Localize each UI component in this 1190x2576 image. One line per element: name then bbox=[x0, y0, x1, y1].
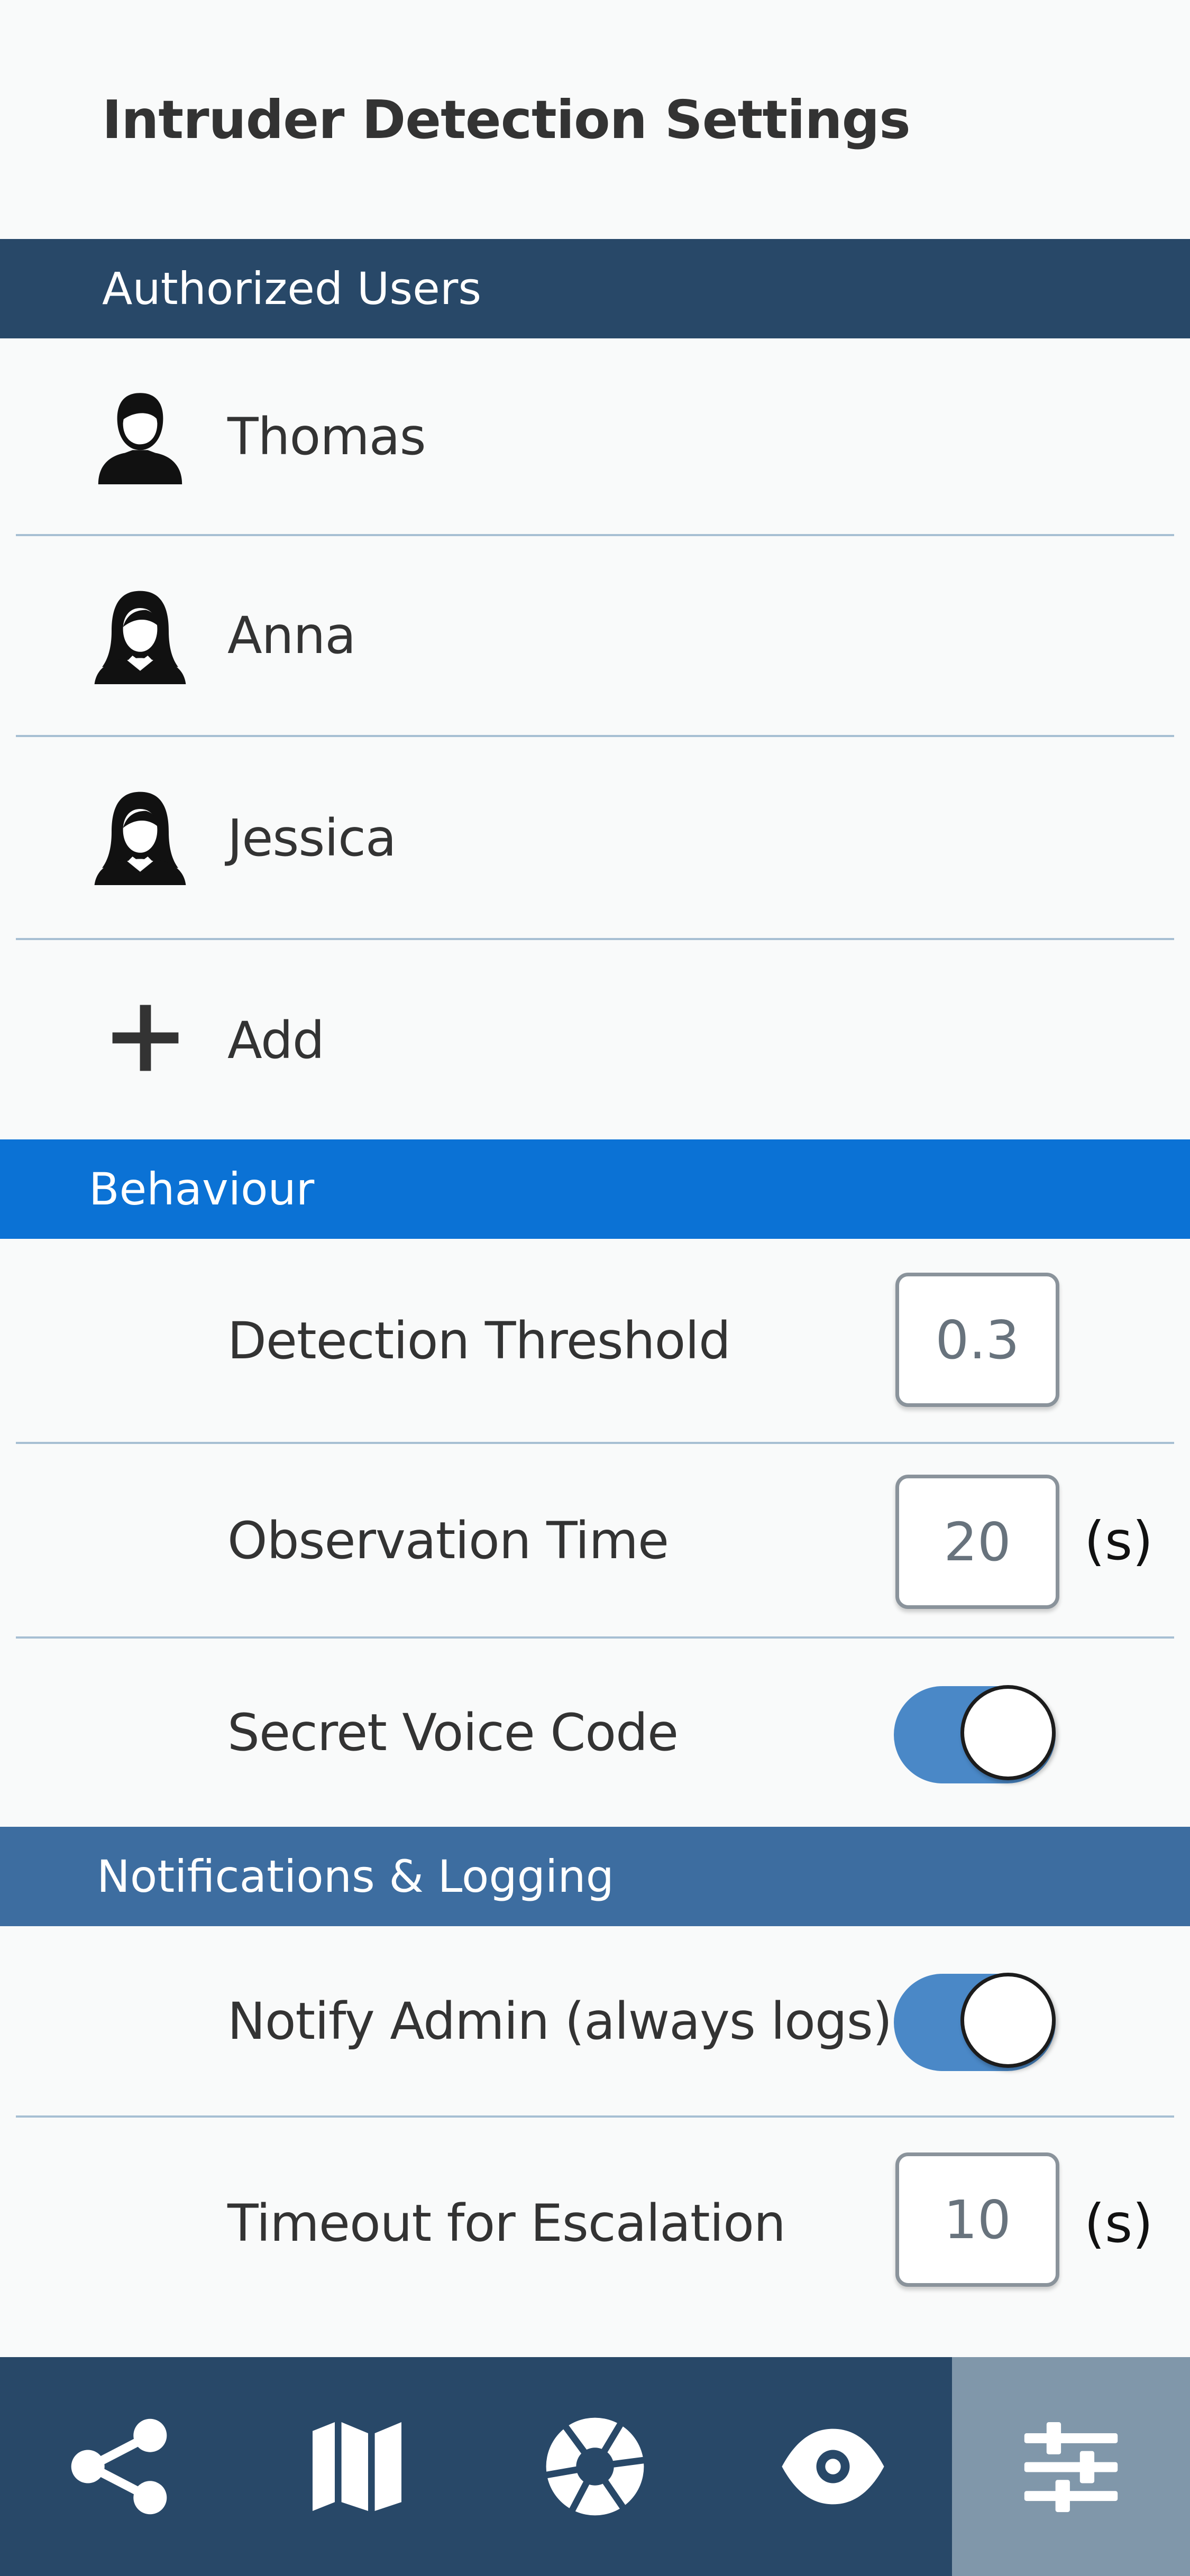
nav-item-share[interactable] bbox=[0, 2357, 238, 2576]
add-user-button[interactable]: Add bbox=[0, 940, 1190, 1141]
setting-observation-time: Observation Time 20 (s) bbox=[0, 1444, 1190, 1637]
user-name: Thomas bbox=[227, 407, 426, 466]
setting-notify-admin: Notify Admin (always logs) bbox=[0, 1926, 1190, 2117]
bottom-nav bbox=[0, 2357, 1190, 2576]
section-header-authorized-users: Authorized Users bbox=[0, 239, 1190, 338]
nav-item-map[interactable] bbox=[238, 2357, 476, 2576]
nav-item-settings[interactable] bbox=[952, 2357, 1190, 2576]
eye-icon bbox=[782, 2428, 884, 2505]
input-value: 0.3 bbox=[935, 1309, 1020, 1371]
setting-label: Notify Admin (always logs) bbox=[227, 1992, 892, 2051]
nav-item-camera[interactable] bbox=[476, 2357, 714, 2576]
settings-sliders-icon bbox=[1024, 2422, 1118, 2513]
nav-item-eye[interactable] bbox=[714, 2357, 952, 2576]
section-header-notifications: Notifications & Logging bbox=[0, 1827, 1190, 1926]
input-value: 20 bbox=[944, 1511, 1011, 1573]
setting-timeout-escalation: Timeout for Escalation 10 (s) bbox=[0, 2118, 1190, 2329]
user-name: Anna bbox=[227, 606, 356, 665]
section-title: Authorized Users bbox=[102, 263, 482, 315]
add-label: Add bbox=[227, 1011, 325, 1070]
list-item-user-jessica[interactable]: Jessica bbox=[0, 737, 1190, 939]
female-user-icon bbox=[94, 792, 186, 885]
setting-label: Timeout for Escalation bbox=[227, 2194, 786, 2253]
setting-secret-voice-code: Secret Voice Code bbox=[0, 1639, 1190, 1827]
observation-time-input[interactable]: 20 bbox=[895, 1475, 1059, 1609]
unit-label: (s) bbox=[1084, 2192, 1154, 2255]
setting-label: Detection Threshold bbox=[227, 1311, 731, 1370]
female-user-icon bbox=[94, 591, 186, 684]
setting-label: Secret Voice Code bbox=[227, 1703, 679, 1762]
section-title: Behaviour bbox=[89, 1163, 315, 1215]
list-item-user-thomas[interactable]: Thomas bbox=[0, 338, 1190, 535]
list-item-user-anna[interactable]: Anna bbox=[0, 536, 1190, 735]
share-icon bbox=[71, 2418, 167, 2515]
male-user-icon bbox=[98, 393, 182, 484]
secret-voice-code-toggle[interactable] bbox=[894, 1685, 1056, 1783]
map-icon bbox=[313, 2422, 401, 2511]
input-value: 10 bbox=[944, 2188, 1011, 2251]
section-header-behaviour: Behaviour bbox=[0, 1139, 1190, 1239]
setting-label: Observation Time bbox=[227, 1511, 669, 1570]
user-name: Jessica bbox=[227, 808, 397, 868]
timeout-escalation-input[interactable]: 10 bbox=[895, 2152, 1059, 2287]
unit-label: (s) bbox=[1084, 1510, 1154, 1572]
page-title: Intruder Detection Settings bbox=[102, 89, 911, 151]
toggle-knob bbox=[960, 1973, 1056, 2068]
notify-admin-toggle[interactable] bbox=[894, 1973, 1056, 2071]
toggle-knob bbox=[960, 1685, 1056, 1780]
plus-icon bbox=[112, 1005, 179, 1071]
detection-threshold-input[interactable]: 0.3 bbox=[895, 1273, 1059, 1407]
section-title: Notifications & Logging bbox=[97, 1851, 614, 1902]
camera-aperture-icon bbox=[543, 2417, 647, 2516]
setting-detection-threshold: Detection Threshold 0.3 bbox=[0, 1239, 1190, 1443]
